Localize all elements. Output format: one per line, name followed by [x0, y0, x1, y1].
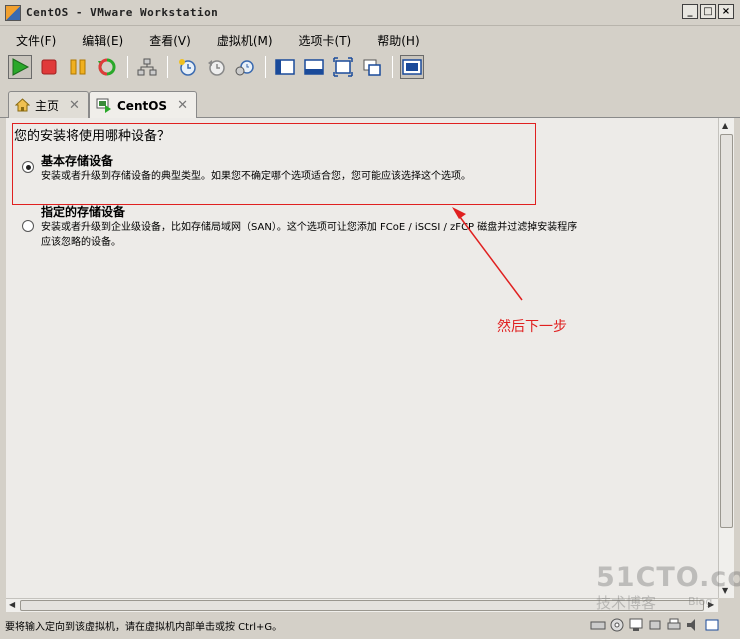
quick-switch-icon	[304, 59, 324, 75]
close-button[interactable]: ×	[718, 4, 734, 19]
scrollbar-thumb[interactable]	[720, 134, 733, 528]
menu-bar: 文件(F) 编辑(E) 查看(V) 虚拟机(M) 选项卡(T) 帮助(H)	[0, 29, 740, 51]
suspend-button[interactable]	[66, 55, 90, 79]
printer-icon[interactable]	[666, 617, 682, 633]
toolbar-separator	[167, 56, 168, 78]
scroll-left-icon[interactable]: ◀	[9, 600, 15, 609]
menu-edit[interactable]: 编辑(E)	[76, 30, 129, 51]
usb-icon[interactable]	[647, 617, 663, 633]
menu-file[interactable]: 文件(F)	[10, 30, 62, 51]
network-button[interactable]	[135, 55, 159, 79]
quick-switch-button[interactable]	[302, 55, 326, 79]
window-controls: _ □ ×	[682, 4, 734, 19]
play-icon	[12, 58, 30, 76]
toolbar-separator	[265, 56, 266, 78]
revert-snapshot-button[interactable]	[204, 55, 228, 79]
normal-view-button[interactable]	[273, 55, 297, 79]
reset-icon	[98, 58, 116, 76]
stop-icon	[41, 59, 57, 75]
home-icon	[15, 98, 30, 112]
tab-label: 主页	[35, 98, 60, 113]
menu-view[interactable]: 查看(V)	[143, 30, 197, 51]
close-icon[interactable]: ✕	[177, 98, 188, 113]
console-view-icon	[402, 59, 422, 75]
menu-help[interactable]: 帮助(H)	[371, 30, 425, 51]
snapshot-take-icon	[179, 59, 196, 76]
watermark-logo: 51CTO.com 技术博客 Blog	[596, 562, 740, 613]
option-desc: 应该忽略的设备。	[41, 237, 121, 248]
minimize-button[interactable]: _	[682, 4, 698, 19]
option-title: 指定的存储设备	[41, 205, 126, 219]
menu-tabs[interactable]: 选项卡(T)	[293, 30, 358, 51]
vm-icon	[96, 98, 111, 113]
normal-view-icon	[275, 59, 295, 75]
status-text: 要将输入定向到该虚拟机，请在虚拟机内部单击或按 Ctrl+G。	[5, 622, 283, 633]
specialized-storage-radio[interactable]	[22, 220, 34, 232]
snapshot-manager-icon	[235, 60, 254, 76]
power-off-button[interactable]	[37, 55, 61, 79]
title-bar: CentOS - VMware Workstation _ □ ×	[0, 0, 740, 26]
menu-vm[interactable]: 虚拟机(M)	[211, 30, 279, 51]
hard-disk-icon[interactable]	[590, 617, 606, 633]
console-view-button[interactable]	[400, 55, 424, 79]
snapshot-revert-icon	[208, 60, 225, 76]
window-title: CentOS - VMware Workstation	[26, 6, 219, 19]
full-screen-button[interactable]	[331, 55, 355, 79]
device-status-icons	[590, 617, 720, 633]
annotation-highlight-box	[12, 123, 536, 205]
status-bar: 要将输入定向到该虚拟机，请在虚拟机内部单击或按 Ctrl+G。	[0, 613, 740, 639]
cdrom-icon[interactable]	[609, 617, 625, 633]
vmware-app-icon	[5, 5, 21, 21]
reset-button[interactable]	[95, 55, 119, 79]
snapshot-manager-button[interactable]	[233, 55, 257, 79]
close-icon[interactable]: ✕	[69, 98, 80, 113]
toolbar	[0, 52, 740, 82]
sound-icon[interactable]	[685, 617, 701, 633]
maximize-button[interactable]: □	[700, 4, 716, 19]
unity-button[interactable]	[360, 55, 384, 79]
annotation-text: 然后下一步	[497, 319, 567, 335]
power-on-button[interactable]	[8, 55, 32, 79]
toolbar-separator	[127, 56, 128, 78]
unity-icon	[363, 59, 381, 76]
full-screen-icon	[333, 57, 353, 77]
scroll-up-icon[interactable]: ▲	[722, 121, 728, 130]
take-snapshot-button[interactable]	[175, 55, 199, 79]
option-desc: 安装或者升级到企业级设备，比如存储局域网（SAN）。这个选项可让您添加 FCoE…	[41, 222, 578, 233]
toolbar-separator	[392, 56, 393, 78]
network-adapter-icon[interactable]	[628, 617, 644, 633]
pause-icon	[70, 59, 86, 75]
tab-bar: 主页 ✕ CentOS ✕	[0, 88, 740, 119]
tab-home[interactable]: 主页 ✕	[8, 91, 89, 118]
tab-label: CentOS	[117, 98, 168, 113]
tab-centos[interactable]: CentOS ✕	[89, 91, 197, 119]
message-icon[interactable]	[704, 617, 720, 633]
vertical-scrollbar[interactable]: ▲ ▼	[718, 118, 734, 598]
network-icon	[137, 58, 157, 76]
